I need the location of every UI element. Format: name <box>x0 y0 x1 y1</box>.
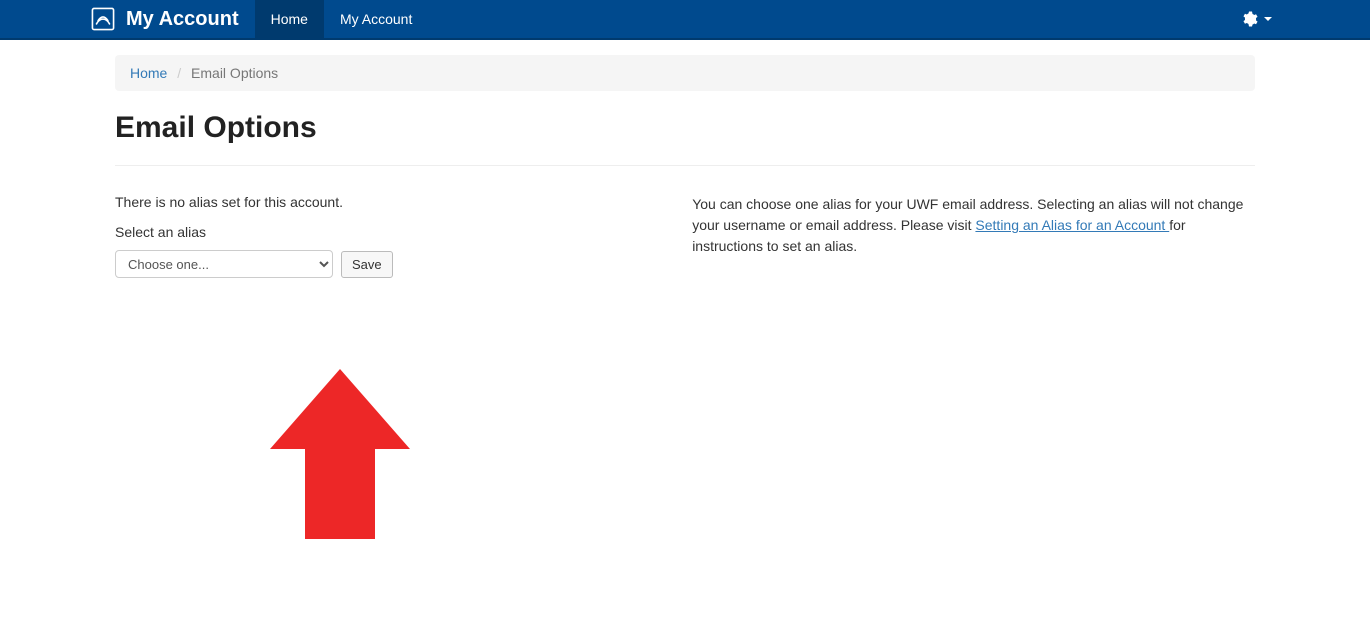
brand[interactable]: My Account <box>90 0 255 38</box>
save-button[interactable]: Save <box>341 251 393 278</box>
gear-icon <box>1240 10 1258 28</box>
alias-select-label: Select an alias <box>115 224 662 240</box>
alias-form-column: There is no alias set for this account. … <box>115 194 662 278</box>
help-text-column: You can choose one alias for your UWF em… <box>692 194 1255 278</box>
alias-select[interactable]: Choose one... <box>115 250 333 278</box>
breadcrumb-current: Email Options <box>191 65 278 81</box>
breadcrumb: Home / Email Options <box>115 55 1255 91</box>
nav-home[interactable]: Home <box>255 0 324 38</box>
arrow-up-icon <box>270 369 410 539</box>
top-navbar: My Account Home My Account <box>0 0 1370 40</box>
settings-dropdown[interactable] <box>1232 0 1280 38</box>
nav-item-label: Home <box>271 11 308 27</box>
help-paragraph: You can choose one alias for your UWF em… <box>692 194 1255 257</box>
alias-status-text: There is no alias set for this account. <box>115 194 662 210</box>
nav-my-account[interactable]: My Account <box>324 0 428 38</box>
breadcrumb-separator: / <box>177 65 181 81</box>
brand-title: My Account <box>126 8 239 31</box>
breadcrumb-home[interactable]: Home <box>130 65 167 81</box>
page-title: Email Options <box>115 111 1255 145</box>
help-link[interactable]: Setting an Alias for an Account <box>975 217 1169 233</box>
divider <box>115 165 1255 166</box>
caret-down-icon <box>1264 17 1272 21</box>
brand-logo-icon <box>90 6 116 32</box>
nav-item-label: My Account <box>340 11 412 27</box>
